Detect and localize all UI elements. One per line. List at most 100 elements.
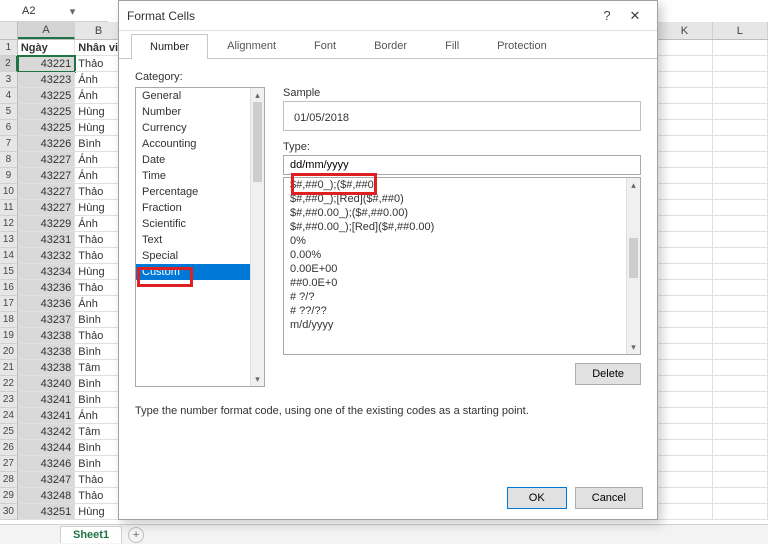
- cell[interactable]: [713, 456, 768, 472]
- cell[interactable]: [713, 344, 768, 360]
- cell[interactable]: [713, 56, 768, 72]
- cell[interactable]: [713, 216, 768, 232]
- tab-number[interactable]: Number: [131, 34, 208, 59]
- cancel-button[interactable]: Cancel: [575, 487, 643, 509]
- row-header[interactable]: 25: [0, 424, 18, 440]
- cell[interactable]: Ánh: [75, 216, 123, 232]
- column-header[interactable]: B: [75, 22, 123, 39]
- cell[interactable]: [657, 72, 712, 88]
- cell[interactable]: [713, 248, 768, 264]
- cell[interactable]: [713, 440, 768, 456]
- row-header[interactable]: 16: [0, 280, 18, 296]
- cell[interactable]: 43238: [18, 344, 75, 360]
- cell[interactable]: [657, 200, 712, 216]
- row-header[interactable]: 20: [0, 344, 18, 360]
- row-header[interactable]: 24: [0, 408, 18, 424]
- cell[interactable]: Bình: [75, 312, 123, 328]
- cell[interactable]: [713, 88, 768, 104]
- cell[interactable]: [657, 88, 712, 104]
- cell[interactable]: [657, 328, 712, 344]
- cell[interactable]: [713, 504, 768, 520]
- cell[interactable]: Bình: [75, 376, 123, 392]
- cell[interactable]: Ánh: [75, 72, 123, 88]
- cell[interactable]: [657, 280, 712, 296]
- delete-button[interactable]: Delete: [575, 363, 641, 385]
- cell[interactable]: Thảo: [75, 472, 123, 488]
- scroll-thumb[interactable]: [629, 238, 638, 278]
- cell[interactable]: Ánh: [75, 408, 123, 424]
- cell[interactable]: Ánh: [75, 88, 123, 104]
- cell[interactable]: Thảo: [75, 248, 123, 264]
- format-code-item[interactable]: m/d/yyyy: [284, 318, 640, 332]
- row-header[interactable]: 1: [0, 40, 18, 56]
- cell[interactable]: [657, 360, 712, 376]
- category-item[interactable]: Currency: [136, 120, 264, 136]
- category-item[interactable]: Special: [136, 248, 264, 264]
- cell[interactable]: Hùng: [75, 200, 123, 216]
- cell[interactable]: Bình: [75, 344, 123, 360]
- cell[interactable]: [713, 488, 768, 504]
- cell[interactable]: [713, 296, 768, 312]
- cell[interactable]: 43237: [18, 312, 75, 328]
- cell[interactable]: [713, 312, 768, 328]
- cell[interactable]: [657, 456, 712, 472]
- cell[interactable]: [657, 424, 712, 440]
- cell[interactable]: Thảo: [75, 184, 123, 200]
- cell[interactable]: [657, 296, 712, 312]
- cell[interactable]: [657, 440, 712, 456]
- row-header[interactable]: 10: [0, 184, 18, 200]
- cell[interactable]: 43225: [18, 104, 75, 120]
- category-item[interactable]: Date: [136, 152, 264, 168]
- category-item[interactable]: Accounting: [136, 136, 264, 152]
- row-header[interactable]: 21: [0, 360, 18, 376]
- cell[interactable]: [657, 408, 712, 424]
- cell[interactable]: [713, 328, 768, 344]
- category-item[interactable]: Number: [136, 104, 264, 120]
- cell[interactable]: [713, 200, 768, 216]
- cell[interactable]: [657, 488, 712, 504]
- column-title[interactable]: Ngày: [18, 40, 75, 56]
- cell[interactable]: [713, 376, 768, 392]
- category-item[interactable]: General: [136, 88, 264, 104]
- cell[interactable]: [657, 184, 712, 200]
- cell[interactable]: [657, 168, 712, 184]
- cell[interactable]: Hùng: [75, 120, 123, 136]
- column-header[interactable]: K: [657, 22, 712, 39]
- cell[interactable]: 43225: [18, 120, 75, 136]
- cell[interactable]: 43238: [18, 360, 75, 376]
- row-header[interactable]: 5: [0, 104, 18, 120]
- category-item[interactable]: Scientific: [136, 216, 264, 232]
- row-header[interactable]: 23: [0, 392, 18, 408]
- cell[interactable]: [657, 312, 712, 328]
- help-button[interactable]: ?: [593, 8, 621, 23]
- cell[interactable]: [657, 104, 712, 120]
- dialog-titlebar[interactable]: Format Cells ? ✕: [119, 1, 657, 31]
- scroll-thumb[interactable]: [253, 102, 262, 182]
- category-item[interactable]: Text: [136, 232, 264, 248]
- cell[interactable]: [713, 408, 768, 424]
- format-code-item[interactable]: $#,##0_);[Red]($#,##0): [284, 192, 640, 206]
- cell[interactable]: 43231: [18, 232, 75, 248]
- column-header[interactable]: L: [713, 22, 768, 39]
- row-header[interactable]: 29: [0, 488, 18, 504]
- cell[interactable]: [713, 280, 768, 296]
- format-code-item[interactable]: # ??/??: [284, 304, 640, 318]
- cell[interactable]: 43232: [18, 248, 75, 264]
- scroll-down-icon[interactable]: ▾: [251, 372, 264, 386]
- select-all-corner[interactable]: [0, 22, 18, 39]
- row-header[interactable]: 30: [0, 504, 18, 520]
- cell[interactable]: [713, 264, 768, 280]
- cell[interactable]: [713, 120, 768, 136]
- cell[interactable]: 43229: [18, 216, 75, 232]
- cell[interactable]: 43246: [18, 456, 75, 472]
- format-code-item[interactable]: ##0.0E+0: [284, 276, 640, 290]
- chevron-down-icon[interactable]: ▾: [53, 5, 88, 18]
- cell[interactable]: Ánh: [75, 152, 123, 168]
- cell[interactable]: Thảo: [75, 232, 123, 248]
- cell[interactable]: 43238: [18, 328, 75, 344]
- category-item[interactable]: Percentage: [136, 184, 264, 200]
- cell[interactable]: [713, 40, 768, 56]
- cell[interactable]: Bình: [75, 136, 123, 152]
- cell[interactable]: 43251: [18, 504, 75, 520]
- cell[interactable]: [657, 344, 712, 360]
